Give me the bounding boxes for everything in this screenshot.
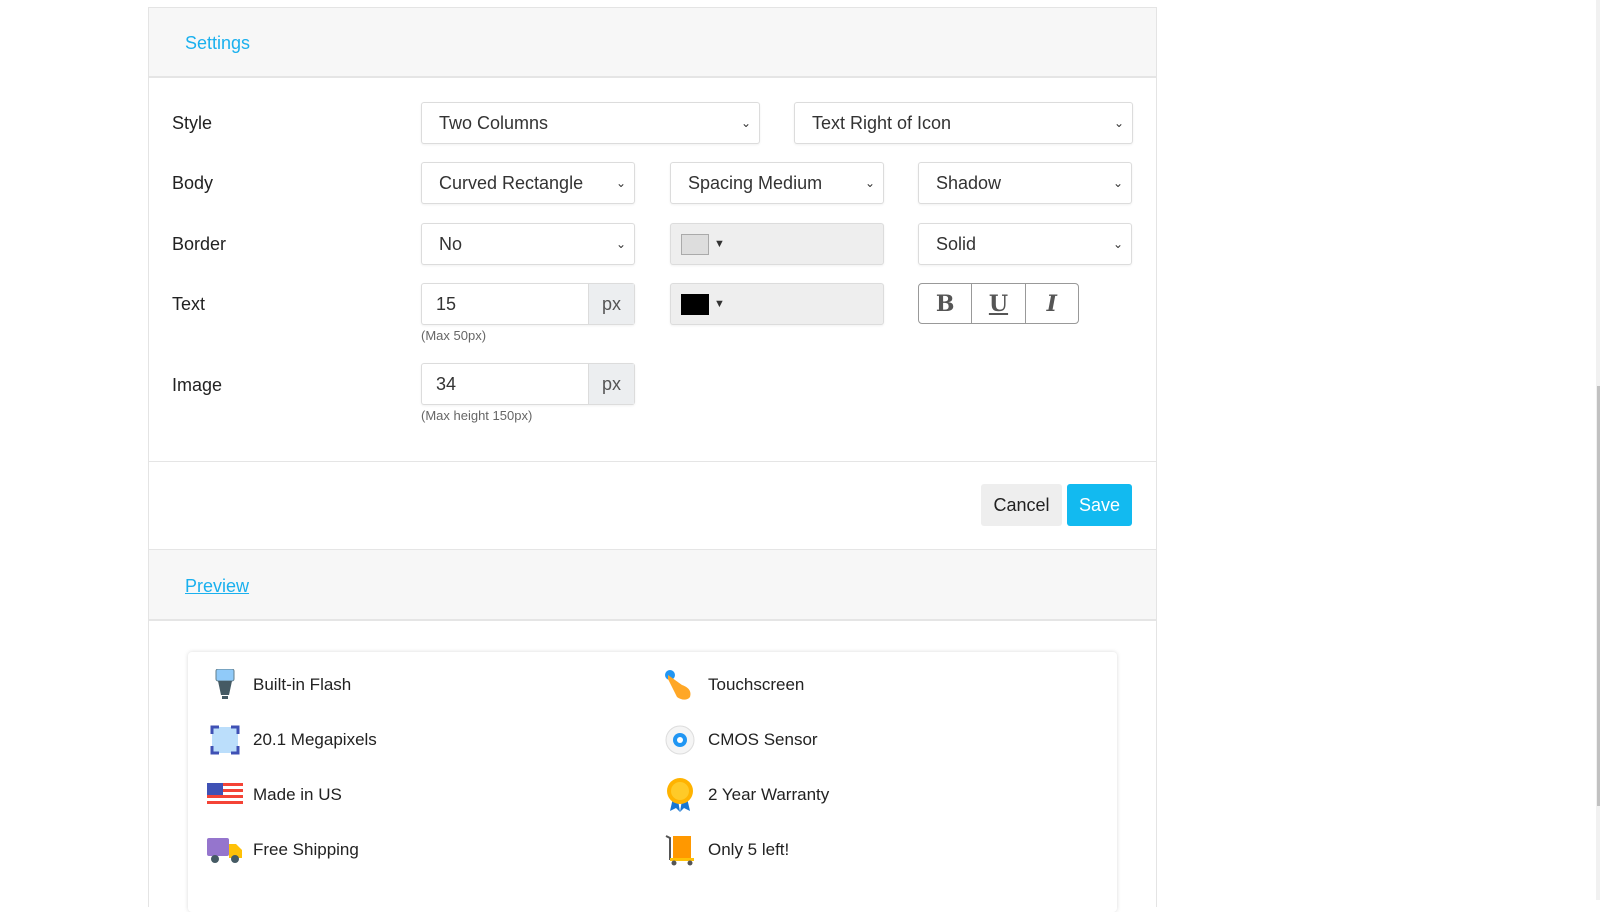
underline-button[interactable]: U	[972, 284, 1025, 323]
border-color-picker[interactable]: ▼	[670, 223, 884, 265]
page-scrollbar[interactable]	[1596, 0, 1600, 900]
preview-header: Preview	[149, 549, 1156, 621]
body-effect-select[interactable]: Shadow ⌄	[918, 162, 1132, 204]
chevron-down-icon: ⌄	[741, 103, 751, 143]
list-item: CMOS Sensor	[662, 724, 818, 756]
sensor-icon	[662, 724, 698, 756]
body-label: Body	[172, 173, 213, 194]
flash-icon	[207, 669, 243, 701]
text-label: Text	[172, 294, 205, 315]
chevron-down-icon: ⌄	[1113, 224, 1123, 264]
text-size-input[interactable]: 15 px	[421, 283, 635, 325]
border-enabled-value: No	[439, 234, 462, 254]
body-spacing-value: Spacing Medium	[688, 173, 822, 193]
chevron-down-icon: ⌄	[1114, 103, 1124, 143]
color-swatch	[681, 294, 709, 315]
us-flag-icon	[207, 779, 243, 811]
image-size-value: 34	[436, 374, 456, 394]
text-color-picker[interactable]: ▼	[670, 283, 884, 325]
unit-addon: px	[588, 284, 634, 324]
cart-icon	[662, 834, 698, 866]
body-effect-value: Shadow	[936, 173, 1001, 193]
cancel-button[interactable]: Cancel	[981, 484, 1062, 526]
list-item: Free Shipping	[207, 834, 359, 866]
style-label: Style	[172, 113, 212, 134]
item-label: 2 Year Warranty	[708, 785, 829, 805]
preview-box: Built-in Flash Touchscreen 20.1 Megapixe…	[188, 652, 1117, 912]
image-label: Image	[172, 375, 222, 396]
style-position-select[interactable]: Text Right of Icon ⌄	[794, 102, 1133, 144]
style-layout-value: Two Columns	[439, 113, 548, 133]
image-size-hint: (Max height 150px)	[421, 408, 532, 423]
item-label: Free Shipping	[253, 840, 359, 860]
italic-button[interactable]: I	[1026, 284, 1078, 323]
border-label: Border	[172, 234, 226, 255]
item-label: 20.1 Megapixels	[253, 730, 377, 750]
body-shape-value: Curved Rectangle	[439, 173, 583, 193]
text-size-hint: (Max 50px)	[421, 328, 486, 343]
item-label: CMOS Sensor	[708, 730, 818, 750]
settings-header: Settings	[149, 8, 1156, 78]
item-label: Touchscreen	[708, 675, 804, 695]
chevron-down-icon: ⌄	[865, 163, 875, 203]
item-label: Built-in Flash	[253, 675, 351, 695]
style-layout-select[interactable]: Two Columns ⌄	[421, 102, 760, 144]
list-item: Made in US	[207, 779, 342, 811]
save-button[interactable]: Save	[1067, 484, 1132, 526]
frame-icon	[207, 724, 243, 756]
caret-down-icon: ▼	[714, 224, 725, 264]
text-size-value: 15	[436, 294, 456, 314]
bold-button[interactable]: B	[919, 284, 972, 323]
item-label: Only 5 left!	[708, 840, 789, 860]
color-swatch	[681, 234, 709, 255]
truck-icon	[207, 834, 243, 866]
text-format-group: B U I	[918, 283, 1079, 324]
style-position-value: Text Right of Icon	[812, 113, 951, 133]
settings-card: Settings Style Two Columns ⌄ Text Right o…	[148, 7, 1157, 907]
caret-down-icon: ▼	[714, 284, 725, 324]
chevron-down-icon: ⌄	[1113, 163, 1123, 203]
border-style-value: Solid	[936, 234, 976, 254]
image-size-input[interactable]: 34 px	[421, 363, 635, 405]
settings-title: Settings	[185, 33, 250, 54]
award-icon	[662, 779, 698, 811]
touch-icon	[662, 669, 698, 701]
body-shape-select[interactable]: Curved Rectangle ⌄	[421, 162, 635, 204]
list-item: 2 Year Warranty	[662, 779, 829, 811]
body-spacing-select[interactable]: Spacing Medium ⌄	[670, 162, 884, 204]
divider	[149, 461, 1156, 462]
border-enabled-select[interactable]: No ⌄	[421, 223, 635, 265]
list-item: 20.1 Megapixels	[207, 724, 377, 756]
chevron-down-icon: ⌄	[616, 163, 626, 203]
list-item: Built-in Flash	[207, 669, 351, 701]
unit-addon: px	[588, 364, 634, 404]
item-label: Made in US	[253, 785, 342, 805]
list-item: Only 5 left!	[662, 834, 789, 866]
border-style-select[interactable]: Solid ⌄	[918, 223, 1132, 265]
preview-link[interactable]: Preview	[185, 576, 249, 597]
chevron-down-icon: ⌄	[616, 224, 626, 264]
list-item: Touchscreen	[662, 669, 804, 701]
